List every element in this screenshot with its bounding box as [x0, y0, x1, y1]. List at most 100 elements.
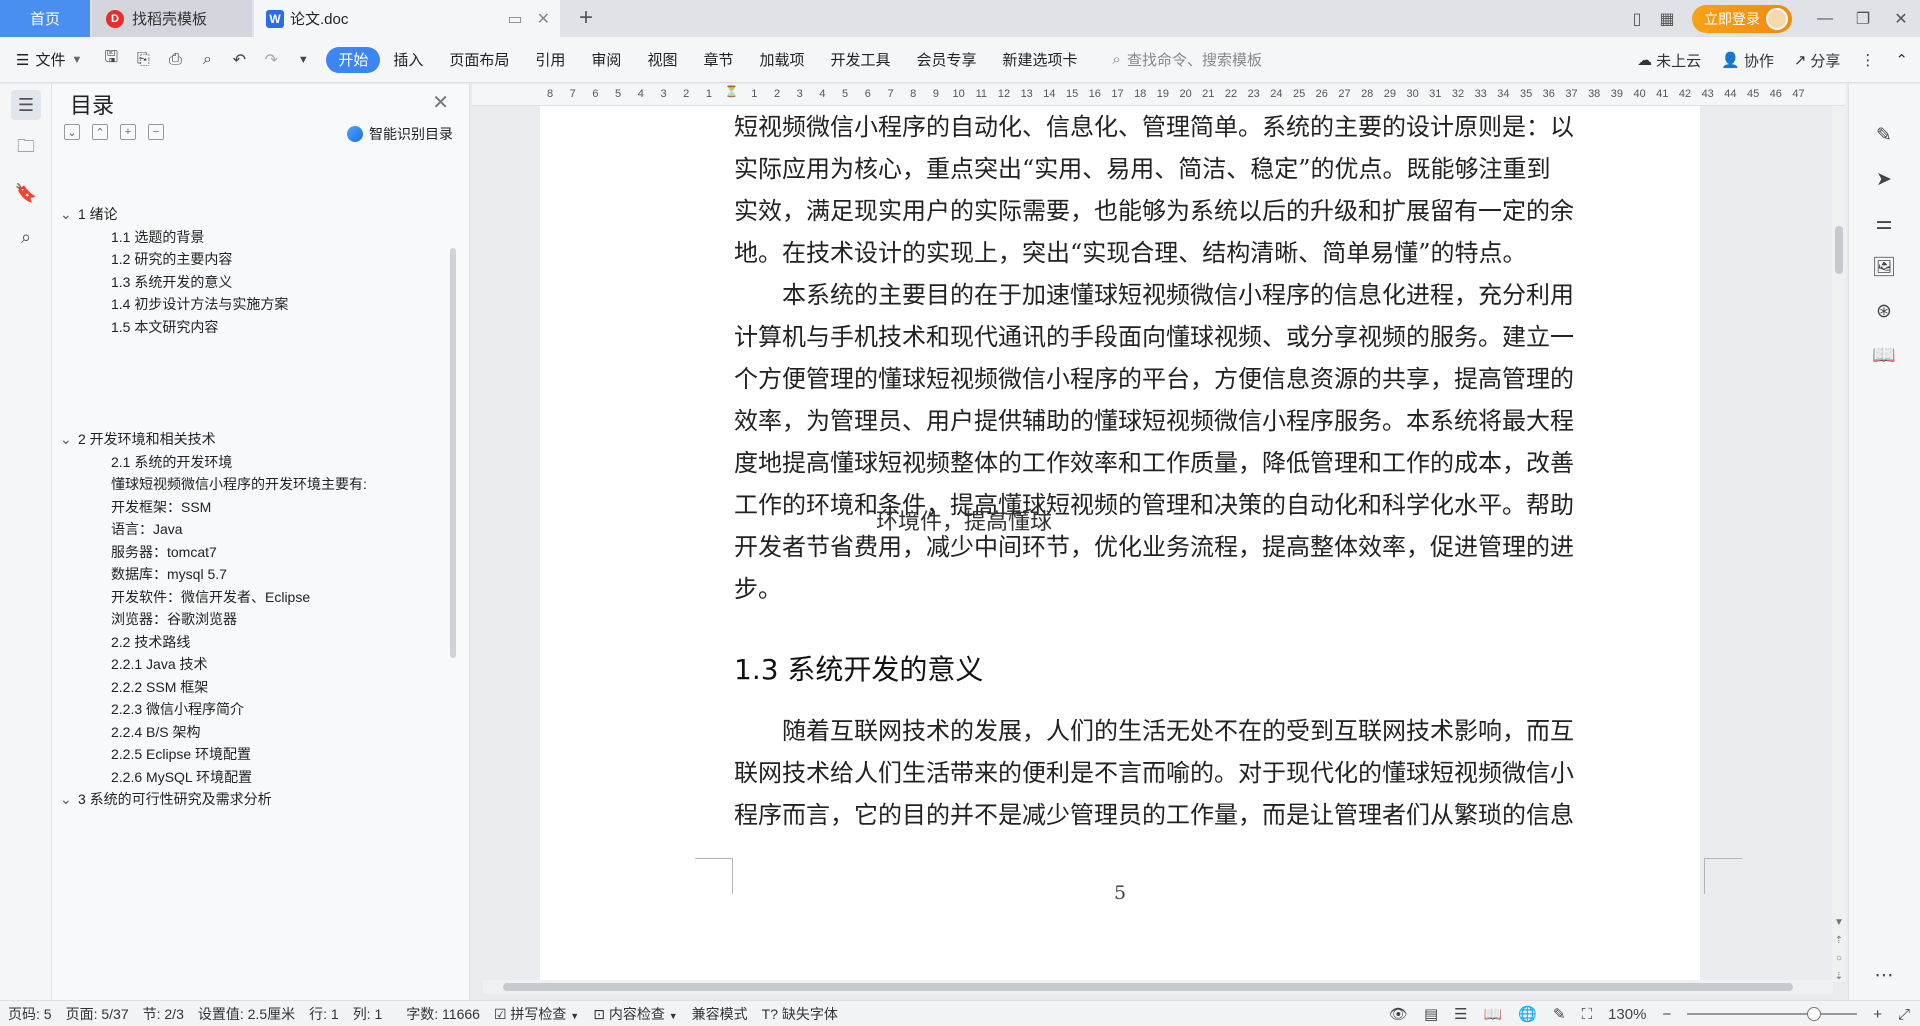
add-entry-icon[interactable]: +: [120, 124, 136, 140]
toc-item[interactable]: 2.1 系统的开发环境: [111, 452, 232, 472]
search-panel-icon[interactable]: ⌕: [11, 222, 41, 252]
tab-developer[interactable]: 开发工具: [817, 47, 903, 73]
zoom-level[interactable]: 130%: [1608, 1006, 1646, 1023]
web-view-icon[interactable]: 🌐: [1518, 1005, 1537, 1023]
tab-page-layout[interactable]: 页面布局: [436, 47, 522, 73]
collapse-all-icon[interactable]: ⌃: [92, 124, 108, 140]
toc-item[interactable]: 2.2.5 Eclipse 环境配置: [111, 744, 251, 764]
chevron-down-icon[interactable]: ⌄: [60, 431, 78, 448]
horizontal-scrollbar[interactable]: [483, 980, 1833, 994]
tab-new-tab[interactable]: 新建选项卡: [990, 47, 1091, 73]
tab-addins[interactable]: 加载项: [746, 47, 817, 73]
smart-toc-button[interactable]: 智能识别目录: [347, 124, 453, 144]
ruler-indent-marker[interactable]: ⏳: [725, 85, 739, 98]
tab-insert[interactable]: 插入: [380, 47, 436, 73]
select-cursor-icon[interactable]: ➤: [1869, 164, 1899, 194]
toc-scrollbar[interactable]: [450, 248, 456, 658]
fullscreen-icon[interactable]: ⤢: [1898, 1006, 1910, 1023]
horizontal-ruler[interactable]: 8 7 6 5 4 3 2 1 ⏳ 1 2 3 4 5 6 7 8 9 10 11 12 13 14 15 16 17 18 19 20…: [472, 84, 1846, 106]
file-menu[interactable]: ☰ 文件 ▼: [16, 49, 82, 70]
remove-entry-icon[interactable]: −: [148, 124, 164, 140]
collapse-ribbon-icon[interactable]: ⌃: [1895, 51, 1908, 69]
reading-mode-icon[interactable]: ▯: [1622, 4, 1652, 34]
expand-all-icon[interactable]: ⌄: [64, 124, 80, 140]
toc-item[interactable]: 开发软件：微信开发者、Eclipse: [111, 587, 310, 607]
collab-button[interactable]: 👤 协作: [1721, 50, 1774, 71]
bookmark-icon[interactable]: 🔖: [11, 178, 41, 208]
tab-references[interactable]: 引用: [522, 47, 578, 73]
scroll-thumb[interactable]: [503, 983, 1793, 991]
minimize-icon[interactable]: —: [1806, 0, 1844, 37]
print-preview-icon[interactable]: ⌕: [196, 51, 218, 69]
tab-close-icon[interactable]: ✕: [537, 9, 550, 29]
chevron-down-icon[interactable]: ⌄: [60, 791, 78, 808]
toc-item[interactable]: 1.5 本文研究内容: [111, 317, 218, 337]
chevron-down-icon[interactable]: ⌄: [60, 206, 78, 223]
prev-page-icon[interactable]: ⇡: [1832, 932, 1846, 950]
page-view-icon[interactable]: ▤: [1424, 1005, 1438, 1023]
zoom-out-icon[interactable]: −: [1662, 1006, 1671, 1023]
toc-item[interactable]: 服务器：tomcat7: [111, 542, 217, 562]
customize-toolbar-icon[interactable]: ▼: [292, 54, 314, 66]
toc-item[interactable]: 开发框架：SSM: [111, 497, 211, 517]
chapter-nav-icon[interactable]: 🗀: [11, 134, 41, 164]
select-browse-icon[interactable]: ○: [1832, 950, 1846, 968]
zoom-slider[interactable]: [1687, 1007, 1858, 1021]
toc-item[interactable]: 1.3 系统开发的意义: [111, 272, 232, 292]
toc-item[interactable]: 数据库：mysql 5.7: [111, 564, 227, 584]
vertical-scrollbar[interactable]: ▼ ⇡ ○ ⇣: [1832, 106, 1846, 982]
apps-grid-icon[interactable]: ▦: [1652, 4, 1682, 34]
fit-page-icon[interactable]: ⛶: [1582, 1006, 1593, 1023]
document-page[interactable]: 短视频微信小程序的自动化、信息化、管理简单。系统的主要的设计原则是：以 实际应用…: [540, 106, 1742, 982]
content-check-button[interactable]: ⊡ 内容检查 ▼: [593, 1004, 677, 1024]
navigation-icon[interactable]: ⊛: [1869, 296, 1899, 326]
cloud-status-button[interactable]: ☁ 未上云: [1637, 50, 1701, 71]
toc-item[interactable]: 2.2.6 MySQL 环境配置: [111, 767, 252, 787]
undo-icon[interactable]: ↶: [228, 50, 250, 70]
missing-font-button[interactable]: T? 缺失字体: [762, 1004, 838, 1024]
tab-daoke-templates[interactable]: D 找稻壳模板: [92, 0, 252, 37]
close-window-icon[interactable]: ✕: [1882, 0, 1920, 37]
toc-item[interactable]: 2.2.4 B/S 架构: [111, 722, 200, 742]
eye-protection-icon[interactable]: 👁: [1389, 1005, 1408, 1023]
tab-member[interactable]: 会员专享: [904, 47, 990, 73]
toc-icon[interactable]: ☰: [11, 90, 41, 120]
status-word-count[interactable]: 字数: 11666: [406, 1004, 480, 1024]
close-icon[interactable]: ✕: [432, 90, 449, 115]
command-search[interactable]: ⌕ 查找命令、搜索模板: [1113, 49, 1262, 70]
adjust-settings-icon[interactable]: ⚌: [1869, 208, 1899, 238]
save-icon[interactable]: 🖫: [100, 46, 122, 73]
export-pdf-icon[interactable]: ⎘: [132, 51, 154, 69]
toc-item[interactable]: 1.2 研究的主要内容: [111, 249, 232, 269]
write-mode-icon[interactable]: ✎: [1553, 1005, 1566, 1023]
tab-review[interactable]: 审阅: [578, 47, 634, 73]
reading-icon[interactable]: 📖: [1869, 340, 1899, 370]
tab-document[interactable]: W 论文.doc ▭ ✕: [254, 0, 560, 37]
share-button[interactable]: ↗ 分享: [1794, 50, 1841, 71]
edit-pen-icon[interactable]: ✎: [1869, 120, 1899, 150]
zoom-slider-knob[interactable]: [1807, 1007, 1822, 1021]
toc-item[interactable]: 浏览器：谷歌浏览器: [111, 609, 237, 629]
spell-check-button[interactable]: ☑ 拼写检查 ▼: [494, 1004, 579, 1024]
scroll-down-icon[interactable]: ▼: [1832, 914, 1846, 932]
zoom-in-icon[interactable]: +: [1873, 1006, 1882, 1023]
outline-view-icon[interactable]: ☰: [1454, 1005, 1467, 1023]
toc-item[interactable]: 1.1 选题的背景: [111, 227, 204, 247]
scroll-thumb[interactable]: [1835, 226, 1843, 274]
toc-item[interactable]: 懂球短视频微信小程序的开发环境主要有:: [111, 474, 367, 494]
add-tab-icon[interactable]: +: [572, 4, 600, 32]
tab-view[interactable]: 视图: [634, 47, 690, 73]
toc-item[interactable]: 语言：Java: [111, 519, 183, 539]
status-page[interactable]: 页面: 5/37: [66, 1004, 129, 1024]
toc-item[interactable]: 2.2.3 微信小程序简介: [111, 699, 244, 719]
more-menu-icon[interactable]: ⋮: [1860, 51, 1875, 69]
tab-home[interactable]: 首页: [0, 0, 90, 37]
next-page-icon[interactable]: ⇣: [1832, 968, 1846, 982]
more-icon[interactable]: ⋯: [1869, 960, 1899, 990]
toc-item[interactable]: 2.2 技术路线: [111, 632, 190, 652]
toc-item[interactable]: 2.2.2 SSM 框架: [111, 677, 208, 697]
reading-view-icon[interactable]: 📖: [1484, 1005, 1503, 1023]
restore-icon[interactable]: ❐: [1844, 0, 1882, 37]
tab-chapter[interactable]: 章节: [690, 47, 746, 73]
print-icon[interactable]: ⎙: [164, 51, 186, 69]
